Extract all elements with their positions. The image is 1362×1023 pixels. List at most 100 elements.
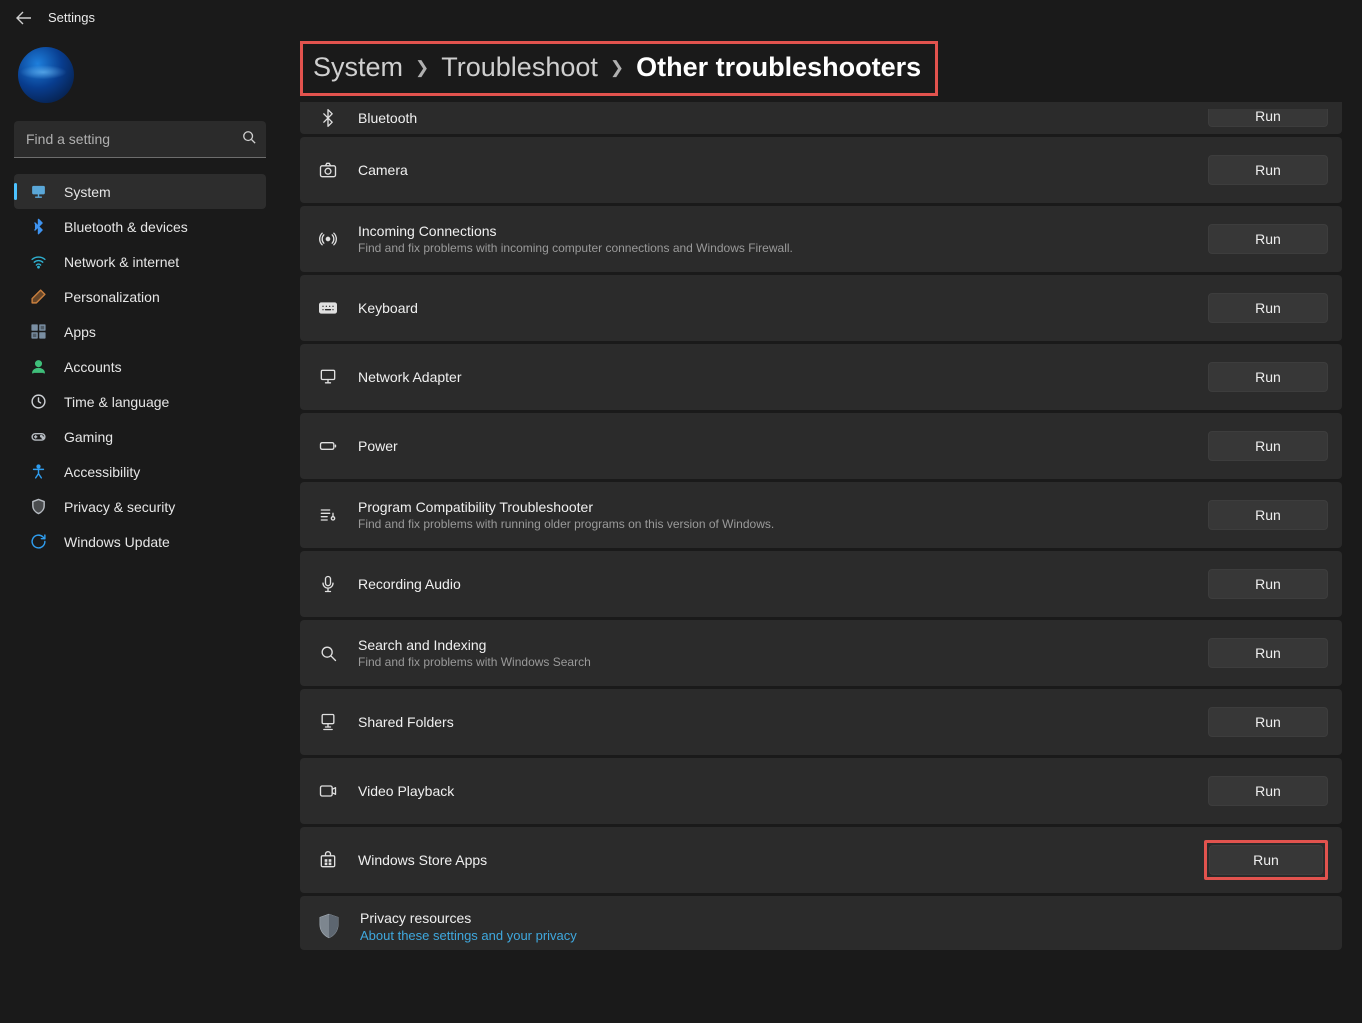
troubleshooter-title: Power — [358, 438, 398, 454]
run-button[interactable]: Run — [1208, 431, 1328, 461]
troubleshooter-title: Search and Indexing — [358, 637, 591, 653]
troubleshooter-row-bluetooth: Bluetooth Run — [300, 102, 1342, 134]
chevron-right-icon: ❯ — [610, 58, 624, 78]
sidebar: System Bluetooth & devices Network & inter… — [0, 31, 280, 950]
incoming-icon — [318, 229, 338, 249]
privacy-resources-row: Privacy resources About these settings an… — [300, 896, 1342, 950]
troubleshooter-row-video-playback: Video Playback Run — [300, 758, 1342, 824]
troubleshooter-row-shared-folders: Shared Folders Run — [300, 689, 1342, 755]
network-adapter-icon — [318, 367, 338, 387]
troubleshooter-title: Windows Store Apps — [358, 852, 487, 868]
search-icon — [242, 130, 256, 144]
sidebar-item-label: Windows Update — [64, 534, 170, 550]
run-button[interactable]: Run — [1209, 845, 1323, 875]
troubleshooter-title: Bluetooth — [358, 110, 417, 126]
troubleshooter-title: Keyboard — [358, 300, 418, 316]
troubleshooter-row-recording-audio: Recording AudioRun — [300, 551, 1342, 617]
sidebar-item-label: Bluetooth & devices — [64, 219, 188, 235]
store-icon — [318, 850, 338, 870]
breadcrumb-system[interactable]: System — [313, 52, 403, 83]
apps-icon — [30, 323, 48, 340]
sidebar-item-system[interactable]: System — [14, 174, 266, 209]
shared-folders-icon — [318, 712, 338, 732]
mic-icon — [318, 574, 338, 594]
wifi-icon — [30, 253, 48, 270]
back-button[interactable] — [16, 11, 32, 25]
sidebar-item-label: Gaming — [64, 429, 113, 445]
compat-icon — [318, 505, 338, 525]
sidebar-item-accounts[interactable]: Accounts — [14, 349, 266, 384]
sidebar-item-label: Time & language — [64, 394, 169, 410]
troubleshooter-row-windows-store-apps: Windows Store Apps Run — [300, 827, 1342, 893]
clock-icon — [30, 393, 48, 410]
user-avatar[interactable] — [18, 47, 74, 103]
troubleshooter-title: Camera — [358, 162, 408, 178]
troubleshooter-title: Program Compatibility Troubleshooter — [358, 499, 774, 515]
run-button-highlighted: Run — [1204, 840, 1328, 880]
shield-icon — [30, 498, 48, 515]
main-content: System ❯ Troubleshoot ❯ Other troublesho… — [280, 31, 1362, 950]
run-button[interactable]: Run — [1208, 293, 1328, 323]
troubleshooter-title: Incoming Connections — [358, 223, 793, 239]
run-button[interactable]: Run — [1208, 109, 1328, 127]
sidebar-item-label: Privacy & security — [64, 499, 175, 515]
run-button[interactable]: Run — [1208, 362, 1328, 392]
bluetooth-icon — [30, 218, 48, 235]
troubleshooter-title: Shared Folders — [358, 714, 454, 730]
video-icon — [318, 781, 338, 801]
troubleshooter-title: Video Playback — [358, 783, 454, 799]
brush-icon — [30, 288, 48, 305]
person-icon — [30, 358, 48, 375]
display-icon — [30, 183, 48, 200]
breadcrumb: System ❯ Troubleshoot ❯ Other troublesho… — [300, 41, 938, 96]
sidebar-item-label: Network & internet — [64, 254, 179, 270]
sidebar-item-apps[interactable]: Apps — [14, 314, 266, 349]
power-icon — [318, 436, 338, 456]
sidebar-item-bluetooth-devices[interactable]: Bluetooth & devices — [14, 209, 266, 244]
troubleshooter-row-program-compatibility-troubleshooter: Program Compatibility Troubleshooter Find… — [300, 482, 1342, 548]
sidebar-item-label: System — [64, 184, 111, 200]
troubleshooter-desc: Find and fix problems with incoming comp… — [358, 241, 793, 255]
troubleshooter-title: Network Adapter — [358, 369, 462, 385]
accessibility-icon — [30, 463, 48, 480]
troubleshooter-list: BluetoothRunCameraRunIncoming Connection… — [300, 102, 1342, 950]
troubleshooter-row-search-and-indexing: Search and Indexing Find and fix problems… — [300, 620, 1342, 686]
chevron-right-icon: ❯ — [415, 58, 429, 78]
sidebar-item-label: Accessibility — [64, 464, 140, 480]
sidebar-item-label: Personalization — [64, 289, 160, 305]
keyboard-icon — [318, 298, 338, 318]
troubleshooter-row-incoming-connections: Incoming Connections Find and fix problem… — [300, 206, 1342, 272]
run-button[interactable]: Run — [1208, 569, 1328, 599]
bluetooth-pair-icon — [318, 108, 338, 128]
privacy-link[interactable]: About these settings and your privacy — [360, 928, 577, 943]
sidebar-item-gaming[interactable]: Gaming — [14, 419, 266, 454]
sidebar-item-time-language[interactable]: Time & language — [14, 384, 266, 419]
sidebar-item-accessibility[interactable]: Accessibility — [14, 454, 266, 489]
run-button[interactable]: Run — [1208, 224, 1328, 254]
run-button[interactable]: Run — [1208, 776, 1328, 806]
update-icon — [30, 533, 48, 550]
run-button[interactable]: Run — [1208, 638, 1328, 668]
troubleshooter-row-network-adapter: Network Adapter Run — [300, 344, 1342, 410]
sidebar-item-personalization[interactable]: Personalization — [14, 279, 266, 314]
privacy-title: Privacy resources — [360, 910, 577, 926]
search-input[interactable] — [14, 121, 266, 158]
troubleshooter-row-power: Power Run — [300, 413, 1342, 479]
run-button[interactable]: Run — [1208, 155, 1328, 185]
gamepad-icon — [30, 428, 48, 445]
sidebar-item-windows-update[interactable]: Windows Update — [14, 524, 266, 559]
sidebar-item-privacy-security[interactable]: Privacy & security — [14, 489, 266, 524]
nav-list: System Bluetooth & devices Network & inter… — [14, 174, 266, 559]
troubleshooter-row-camera: Camera Run — [300, 137, 1342, 203]
sidebar-item-label: Accounts — [64, 359, 122, 375]
sidebar-item-network-internet[interactable]: Network & internet — [14, 244, 266, 279]
search-icon — [318, 643, 338, 663]
run-button[interactable]: Run — [1208, 707, 1328, 737]
troubleshooter-desc: Find and fix problems with running older… — [358, 517, 774, 531]
troubleshooter-row-keyboard: Keyboard Run — [300, 275, 1342, 341]
breadcrumb-troubleshoot[interactable]: Troubleshoot — [441, 52, 598, 83]
troubleshooter-desc: Find and fix problems with Windows Searc… — [358, 655, 591, 669]
breadcrumb-current: Other troubleshooters — [636, 52, 921, 83]
run-button[interactable]: Run — [1208, 500, 1328, 530]
shield-icon — [318, 913, 340, 939]
